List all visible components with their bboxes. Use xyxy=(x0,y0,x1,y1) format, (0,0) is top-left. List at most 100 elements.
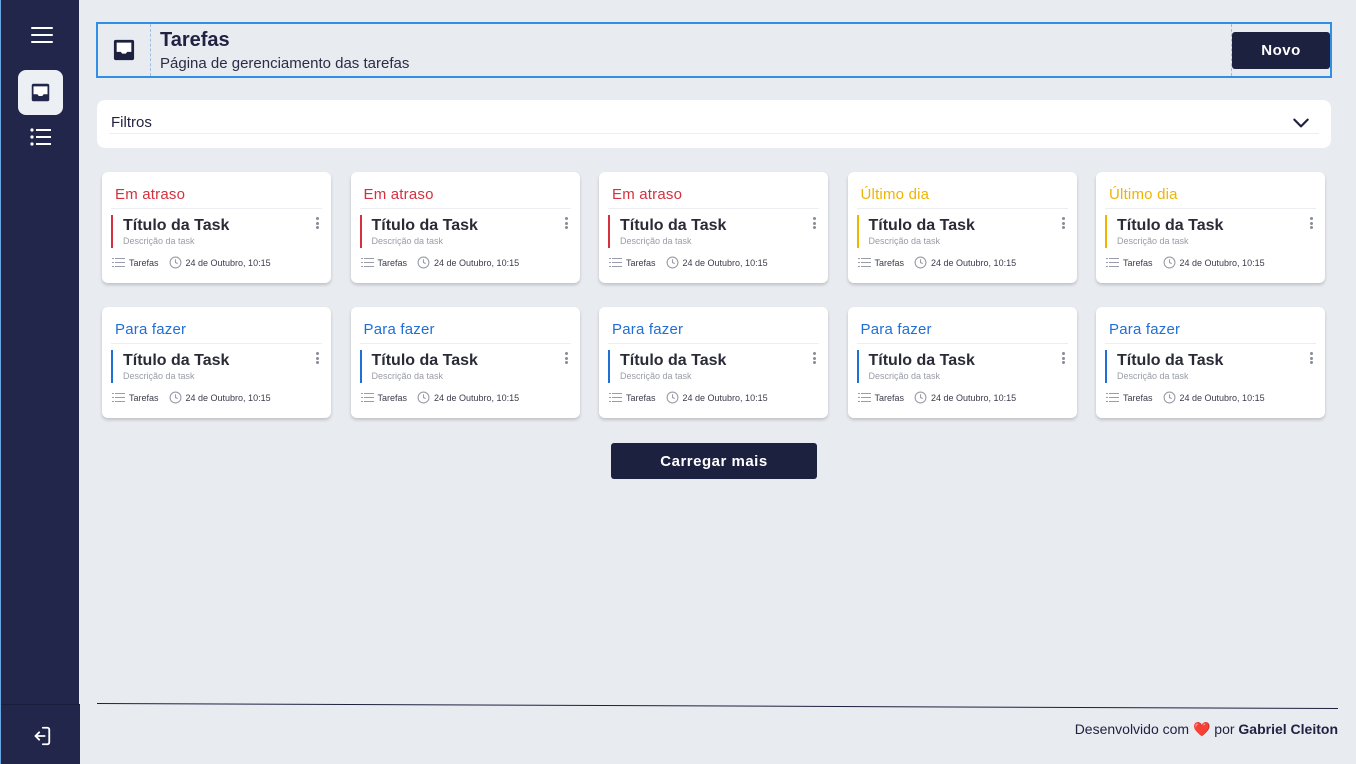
status-bar xyxy=(111,215,113,248)
more-vertical-icon[interactable] xyxy=(316,352,320,364)
list-icon xyxy=(1106,393,1119,402)
status-bar xyxy=(608,350,610,383)
task-meta: Tarefas 24 de Outubro, 10:15 xyxy=(857,391,1016,404)
sidebar xyxy=(0,0,80,764)
new-task-button[interactable]: Novo xyxy=(1232,32,1330,69)
task-card[interactable]: Em atraso Título da Task Descrição da task… xyxy=(350,172,580,283)
task-card[interactable]: Para fazer Título da Task Descrição da tas… xyxy=(1096,307,1325,418)
list-icon xyxy=(857,393,871,402)
task-title: Título da Task xyxy=(371,217,478,234)
task-title: Título da Task xyxy=(868,352,975,369)
list-icon xyxy=(112,393,125,402)
card-divider xyxy=(111,343,322,344)
footer-author[interactable]: Gabriel Cleiton xyxy=(1238,721,1338,737)
card-divider xyxy=(608,208,819,209)
more-vertical-icon[interactable] xyxy=(1310,217,1314,229)
footer-credit: Desenvolvido com ❤️ por Gabriel Cleiton xyxy=(1075,721,1338,738)
task-datetime: 24 de Outubro, 10:15 xyxy=(1179,257,1265,268)
list-icon xyxy=(112,258,125,267)
filters-divider xyxy=(109,133,1319,134)
more-vertical-icon[interactable] xyxy=(813,352,817,364)
clock-icon xyxy=(914,391,927,404)
list-icon xyxy=(609,393,622,402)
clock-icon xyxy=(1163,391,1175,404)
task-card[interactable]: Para fazer Título da Task Descrição da tas… xyxy=(102,307,331,418)
task-status: Para fazer xyxy=(363,321,435,338)
chevron-down-icon[interactable] xyxy=(1291,113,1311,133)
task-status: Em atraso xyxy=(612,186,683,203)
load-more-button[interactable]: Carregar mais xyxy=(611,443,817,479)
footer-by: por xyxy=(1214,721,1235,737)
task-datetime: 24 de Outubro, 10:15 xyxy=(434,392,520,403)
card-divider xyxy=(359,343,571,344)
more-vertical-icon[interactable] xyxy=(1061,217,1066,229)
task-meta: Tarefas 24 de Outubro, 10:15 xyxy=(112,256,271,269)
task-datetime: 24 de Outubro, 10:15 xyxy=(185,392,271,403)
task-status: Último dia xyxy=(1109,186,1178,203)
task-title: Título da Task xyxy=(1117,352,1224,369)
filters-panel[interactable]: Filtros xyxy=(97,100,1331,148)
logout-icon[interactable] xyxy=(30,725,52,747)
card-divider xyxy=(608,343,819,344)
task-card[interactable]: Em atraso Título da Task Descrição da task… xyxy=(599,172,828,283)
clock-icon xyxy=(1163,256,1175,269)
card-divider xyxy=(856,343,1068,344)
task-category: Tarefas xyxy=(129,392,159,403)
status-bar xyxy=(856,350,859,383)
task-meta: Tarefas 24 de Outubro, 10:15 xyxy=(360,256,519,269)
task-category: Tarefas xyxy=(1123,257,1153,268)
more-vertical-icon[interactable] xyxy=(564,217,569,229)
task-description: Descrição da task xyxy=(620,371,692,381)
page-header: Tarefas Página de gerenciamento das tare… xyxy=(96,22,1332,78)
more-vertical-icon[interactable] xyxy=(1061,352,1066,364)
clock-icon xyxy=(417,256,430,269)
task-meta: Tarefas 24 de Outubro, 10:15 xyxy=(609,391,768,404)
task-meta: Tarefas 24 de Outubro, 10:15 xyxy=(112,391,271,404)
sidebar-item-list[interactable] xyxy=(30,127,52,147)
task-meta: Tarefas 24 de Outubro, 10:15 xyxy=(1106,391,1265,404)
filters-label: Filtros xyxy=(111,114,152,131)
task-meta: Tarefas 24 de Outubro, 10:15 xyxy=(1106,256,1265,269)
clock-icon xyxy=(666,256,678,269)
task-status: Para fazer xyxy=(115,321,187,338)
task-description: Descrição da task xyxy=(371,236,444,246)
task-category: Tarefas xyxy=(626,257,656,268)
card-divider xyxy=(1105,343,1316,344)
status-bar xyxy=(1105,215,1107,248)
card-divider xyxy=(359,208,571,209)
task-status: Último dia xyxy=(860,186,930,203)
clock-icon xyxy=(666,391,678,404)
sidebar-item-tasks[interactable] xyxy=(18,70,63,115)
task-datetime: 24 de Outubro, 10:15 xyxy=(682,257,768,268)
task-card[interactable]: Último dia Título da Task Descrição da tas… xyxy=(1096,172,1325,283)
more-vertical-icon[interactable] xyxy=(1310,352,1314,364)
task-card[interactable]: Para fazer Título da Task Descrição da tas… xyxy=(350,307,580,418)
status-bar xyxy=(111,350,113,383)
task-status: Em atraso xyxy=(363,186,434,203)
status-bar xyxy=(856,215,859,248)
task-datetime: 24 de Outubro, 10:15 xyxy=(185,257,271,268)
task-card[interactable]: Em atraso Título da Task Descrição da task… xyxy=(102,172,331,283)
task-datetime: 24 de Outubro, 10:15 xyxy=(682,392,768,403)
task-card[interactable]: Último dia Título da Task Descrição da tas… xyxy=(847,172,1077,283)
task-status: Para fazer xyxy=(1109,321,1181,338)
more-vertical-icon[interactable] xyxy=(316,217,320,229)
task-meta: Tarefas 24 de Outubro, 10:15 xyxy=(360,391,520,404)
header-icon-box xyxy=(98,24,151,76)
status-bar xyxy=(359,350,362,383)
task-card[interactable]: Para fazer Título da Task Descrição da tas… xyxy=(847,307,1077,418)
task-meta: Tarefas 24 de Outubro, 10:15 xyxy=(609,256,768,269)
inbox-icon xyxy=(113,39,135,61)
clock-icon xyxy=(169,256,181,269)
heart-icon: ❤️ xyxy=(1192,721,1211,737)
footer-prefix: Desenvolvido com xyxy=(1074,721,1190,737)
list-icon xyxy=(360,258,374,267)
task-description: Descrição da task xyxy=(868,236,941,246)
more-vertical-icon[interactable] xyxy=(813,217,817,229)
inbox-icon xyxy=(31,83,50,102)
hamburger-menu-icon[interactable] xyxy=(31,27,53,45)
more-vertical-icon[interactable] xyxy=(564,352,569,364)
card-divider xyxy=(856,208,1068,209)
task-status: Para fazer xyxy=(612,321,684,338)
task-card[interactable]: Para fazer Título da Task Descrição da tas… xyxy=(599,307,828,418)
